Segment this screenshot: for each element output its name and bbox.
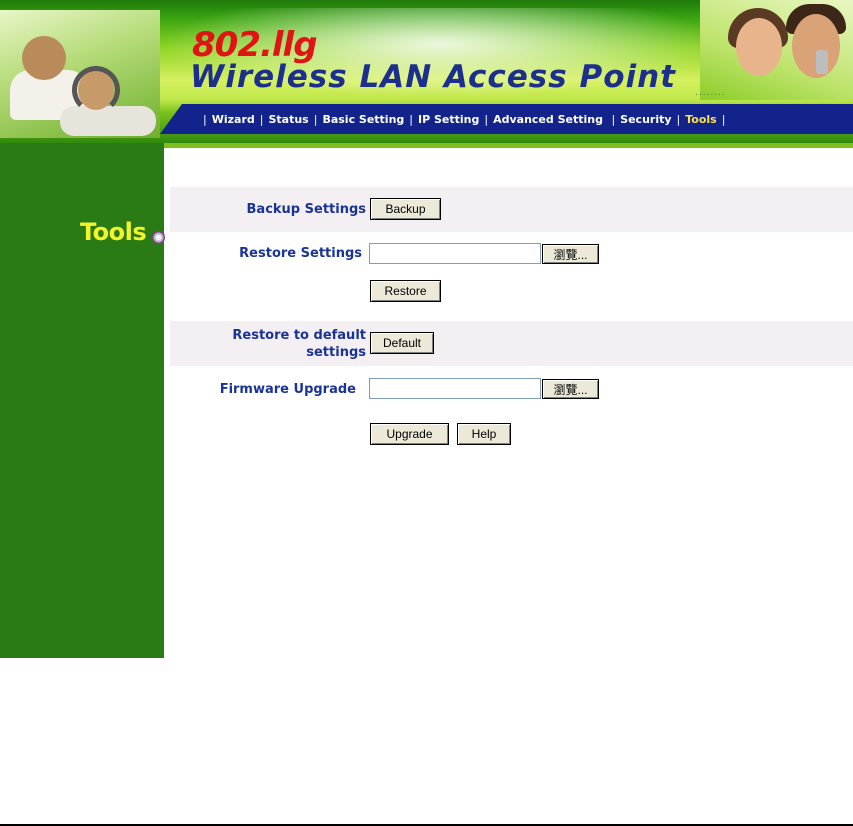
banner-photo-left	[0, 10, 160, 138]
header-banner: 802.llg Wireless LAN Access Point ......…	[0, 0, 853, 143]
main-nav: | Wizard | Status | Basic Setting | IP S…	[203, 112, 726, 126]
upgrade-button[interactable]: Upgrade	[370, 423, 449, 445]
restore-browse-button[interactable]: 瀏覽...	[542, 244, 599, 264]
sidebar-section-title: Tools	[80, 218, 147, 246]
nav-item-tools[interactable]: Tools	[685, 113, 716, 126]
help-button[interactable]: Help	[457, 423, 511, 445]
default-button[interactable]: Default	[370, 332, 434, 354]
firmware-file-field[interactable]	[369, 378, 541, 399]
nav-item-basic-setting[interactable]: Basic Setting	[322, 113, 404, 126]
restore-button[interactable]: Restore	[370, 280, 441, 302]
banner-photo-right	[700, 0, 853, 100]
headphones-icon	[72, 66, 120, 114]
nav-item-security[interactable]: Security	[620, 113, 671, 126]
nav-item-ip-setting[interactable]: IP Setting	[418, 113, 479, 126]
phone-icon	[816, 50, 828, 74]
banner-dots: ........	[695, 88, 726, 98]
product-title: Wireless LAN Access Point	[190, 59, 677, 95]
nav-item-wizard[interactable]: Wizard	[212, 113, 255, 126]
nav-item-advanced-setting[interactable]: Advanced Setting	[493, 113, 603, 126]
firmware-upgrade-label: Firmware Upgrade	[219, 382, 356, 397]
backup-button[interactable]: Backup	[370, 198, 441, 220]
restore-default-label: Restore to default settings	[232, 328, 366, 360]
restore-settings-label: Restore Settings	[239, 246, 362, 261]
backup-settings-label: Backup Settings	[246, 202, 366, 217]
restore-file-field[interactable]	[369, 243, 541, 264]
nav-item-status[interactable]: Status	[268, 113, 308, 126]
bullet-icon	[152, 231, 165, 244]
model-name: 802.llg	[192, 25, 318, 65]
firmware-browse-button[interactable]: 瀏覽...	[542, 379, 599, 399]
